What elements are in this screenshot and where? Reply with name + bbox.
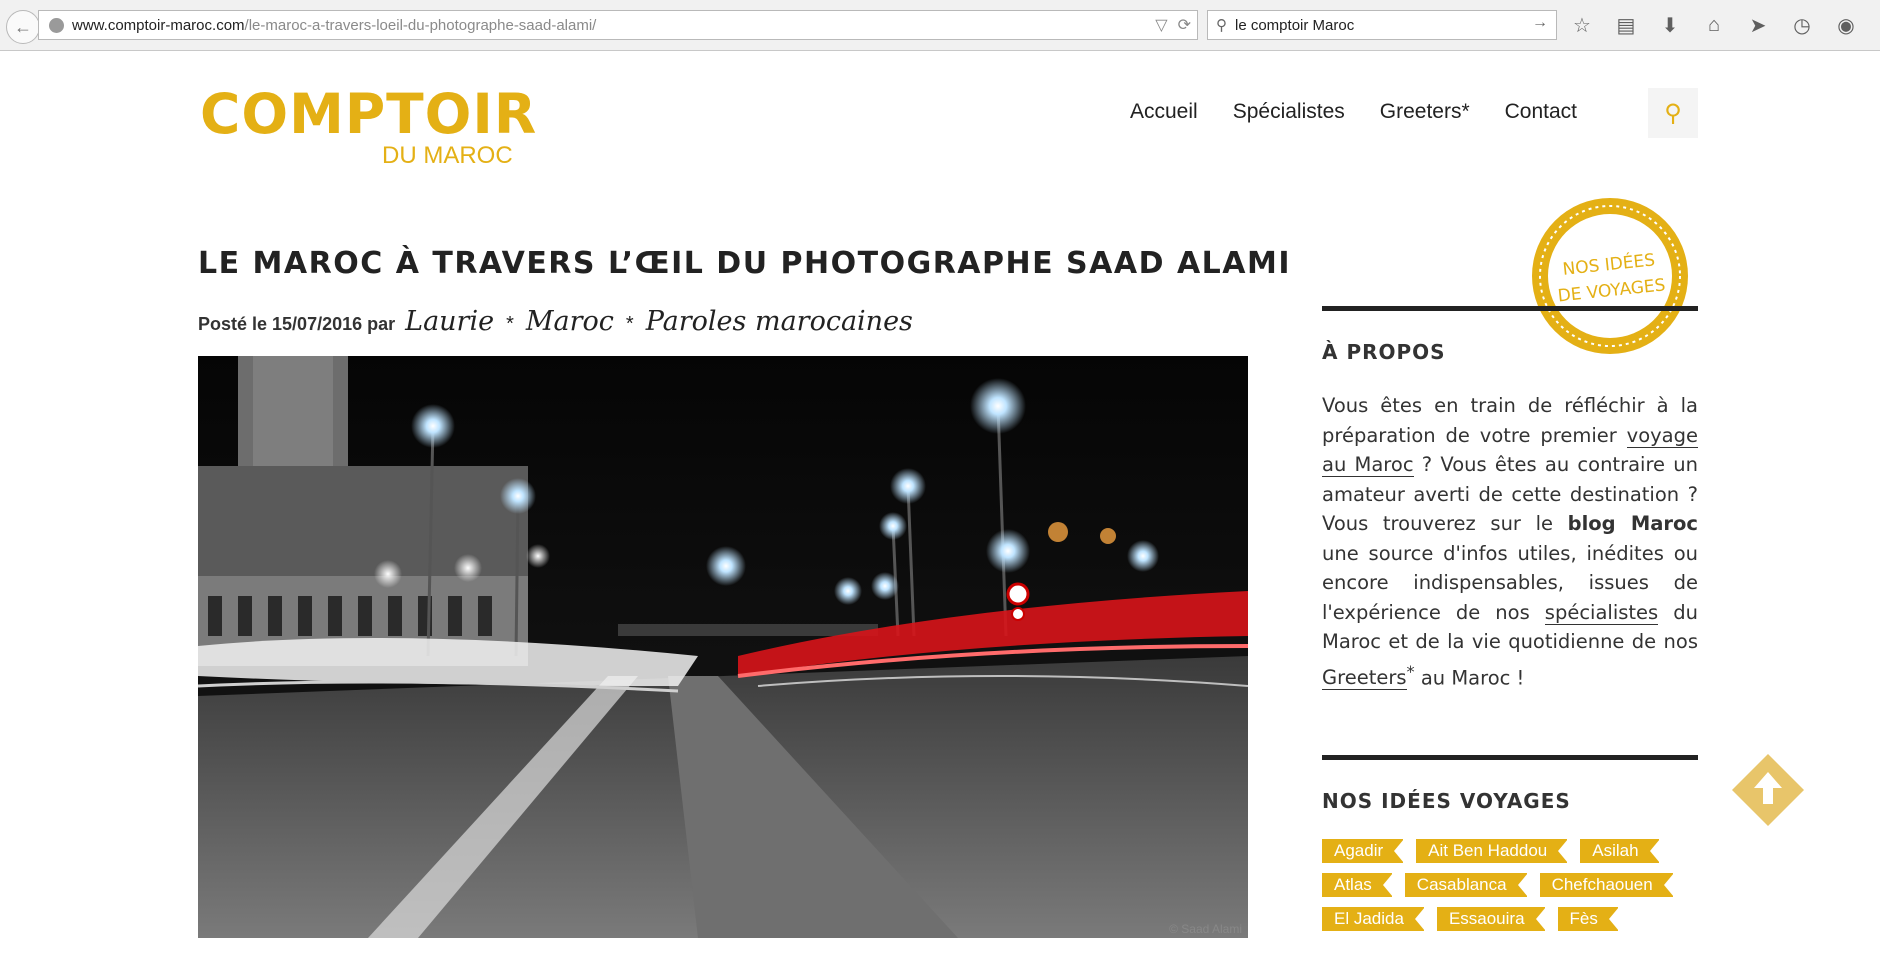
tag-ait-ben-haddou[interactable]: Ait Ben Haddou xyxy=(1416,839,1569,863)
browser-toolbar: ← www.comptoir-maroc.com/le-maroc-a-trav… xyxy=(0,0,1880,51)
meta-separator: * xyxy=(506,313,514,335)
tag-agadir[interactable]: Agadir xyxy=(1322,839,1405,863)
tag-chefchaouen[interactable]: Chefchaouen xyxy=(1539,873,1674,897)
about-heading: À PROPOS xyxy=(1322,340,1446,364)
post-category-maroc[interactable]: Maroc xyxy=(526,306,614,337)
destination-tags: Agadir Ait Ben Haddou Asilah Atlas Casab… xyxy=(1322,839,1722,941)
hero-photo: © Saad Alami xyxy=(198,356,1248,938)
scroll-to-top-button[interactable] xyxy=(1730,752,1806,828)
reload-icon[interactable]: ⟳ xyxy=(1178,15,1191,35)
chat-icon[interactable]: ◉ xyxy=(1832,12,1860,38)
url-host: www.comptoir-maroc.com xyxy=(72,16,245,34)
meta-separator: * xyxy=(625,313,634,335)
logo-main-text: COMPTOIR xyxy=(200,82,538,146)
tag-fes[interactable]: Fès xyxy=(1557,907,1620,931)
link-greeters[interactable]: Greeters xyxy=(1322,666,1407,690)
nav-item-specialistes[interactable]: Spécialistes xyxy=(1233,100,1345,124)
post-meta: Posté le 15/07/2016 par Laurie * Maroc *… xyxy=(198,306,913,337)
main-nav: Accueil Spécialistes Greeters* Contact xyxy=(1130,100,1577,124)
nav-item-accueil[interactable]: Accueil xyxy=(1130,100,1198,124)
post-author-link[interactable]: Laurie xyxy=(405,306,494,337)
url-path: /le-maroc-a-travers-loeil-du-photographe… xyxy=(244,16,597,34)
nos-idees-badge[interactable]: NOS IDÉES DE VOYAGES xyxy=(1530,196,1690,356)
toolbar-icons: ☆ ▤ ⬇ ⌂ ➤ ◷ ◉ xyxy=(1568,12,1860,38)
site-logo[interactable]: COMPTOIR DU MAROC xyxy=(200,82,538,169)
tag-essaouira[interactable]: Essaouira xyxy=(1436,907,1546,931)
send-icon[interactable]: ➤ xyxy=(1744,12,1772,38)
about-bold-blog: blog Maroc xyxy=(1567,512,1698,535)
back-button[interactable]: ← xyxy=(6,10,40,44)
history-icon[interactable]: ◷ xyxy=(1788,12,1816,38)
search-icon: ⚲ xyxy=(1664,99,1682,127)
browser-search-bar[interactable]: ⚲ le comptoir Maroc → xyxy=(1207,10,1557,40)
about-text: Vous êtes en train de réfléchir à la pré… xyxy=(1322,391,1698,693)
sidebar-divider xyxy=(1322,755,1698,760)
post-title: LE MAROC À TRAVERS L’ŒIL DU PHOTOGRAPHE … xyxy=(198,246,1292,281)
post-category-paroles[interactable]: Paroles marocaines xyxy=(646,306,913,337)
nav-item-contact[interactable]: Contact xyxy=(1505,100,1577,124)
address-bar-controls: ▽ ⟳ xyxy=(1155,15,1191,35)
logo-sub-text: DU MAROC xyxy=(382,142,513,169)
tag-row: Atlas Casablanca Chefchaouen xyxy=(1322,873,1722,897)
tag-asilah[interactable]: Asilah xyxy=(1580,839,1660,863)
tag-el-jadida[interactable]: El Jadida xyxy=(1322,907,1425,931)
tag-row: El Jadida Essaouira Fès xyxy=(1322,907,1722,931)
tag-atlas[interactable]: Atlas xyxy=(1322,873,1393,897)
download-icon[interactable]: ⬇ xyxy=(1656,12,1684,38)
greeters-asterisk: * xyxy=(1406,661,1415,681)
about-text-part: au Maroc ! xyxy=(1414,666,1525,689)
search-go-icon[interactable]: → xyxy=(1532,14,1548,32)
url-text: www.comptoir-maroc.com/le-maroc-a-traver… xyxy=(72,17,596,34)
ideas-heading: NOS IDÉES VOYAGES xyxy=(1322,789,1571,813)
search-query[interactable]: le comptoir Maroc xyxy=(1235,17,1354,34)
star-icon[interactable]: ☆ xyxy=(1568,12,1596,38)
tag-row: Agadir Ait Ben Haddou Asilah xyxy=(1322,839,1722,863)
dropdown-icon[interactable]: ▽ xyxy=(1155,15,1167,35)
night-road-photo xyxy=(198,356,1248,938)
link-specialistes[interactable]: spécialistes xyxy=(1544,600,1659,625)
reading-list-icon[interactable]: ▤ xyxy=(1612,12,1640,38)
sidebar-divider xyxy=(1322,306,1698,311)
home-icon[interactable]: ⌂ xyxy=(1700,12,1728,38)
search-icon: ⚲ xyxy=(1216,17,1227,34)
photo-credit: © Saad Alami xyxy=(1169,922,1242,936)
arrow-left-icon: ← xyxy=(14,16,32,37)
site-search-button[interactable]: ⚲ xyxy=(1648,88,1698,138)
address-bar[interactable]: www.comptoir-maroc.com/le-maroc-a-traver… xyxy=(38,10,1198,40)
tag-casablanca[interactable]: Casablanca xyxy=(1404,873,1528,897)
post-date-label: Posté le 15/07/2016 par xyxy=(198,314,396,334)
globe-icon xyxy=(49,17,64,33)
nav-item-greeters[interactable]: Greeters* xyxy=(1380,100,1470,124)
